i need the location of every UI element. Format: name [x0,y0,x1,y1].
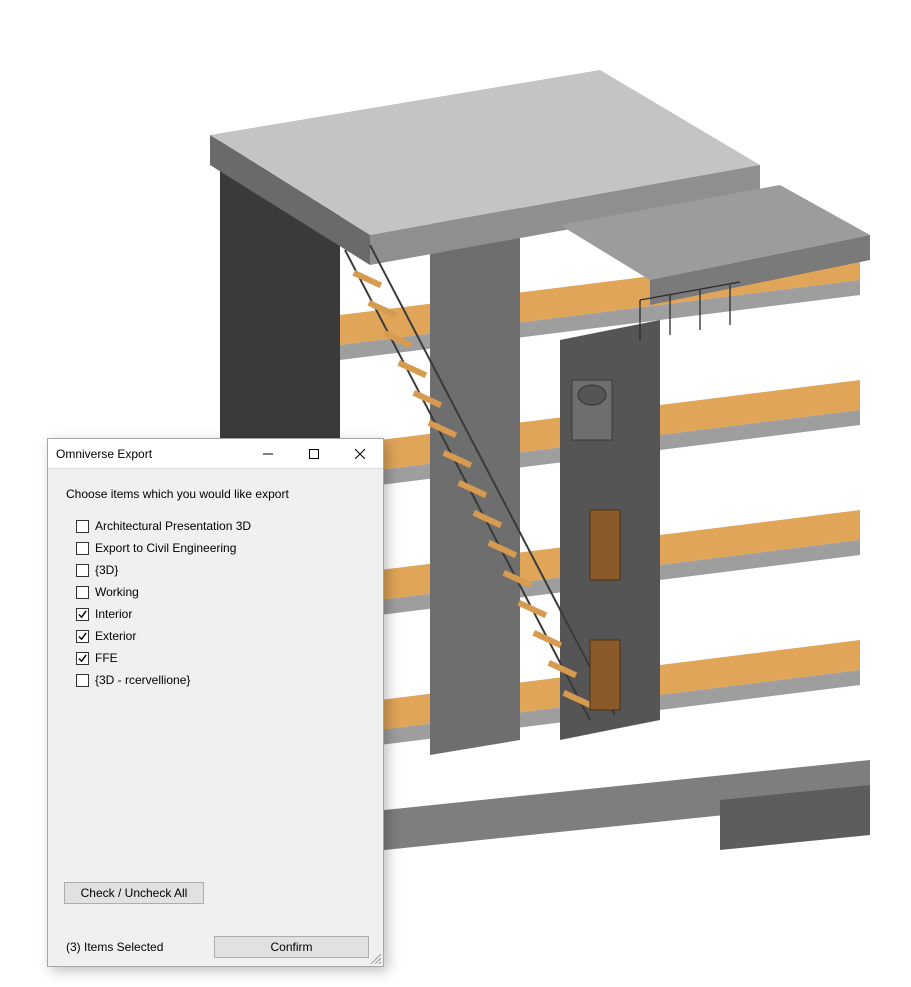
checkbox-icon[interactable] [76,652,89,665]
close-icon [355,449,365,459]
window-minimize-button[interactable] [245,439,291,469]
dialog-footer: (3) Items Selected Confirm [62,936,369,966]
checkbox-icon[interactable] [76,630,89,643]
export-item-row[interactable]: Exterior [76,629,369,643]
export-item-row[interactable]: FFE [76,651,369,665]
export-item-row[interactable]: Architectural Presentation 3D [76,519,369,533]
confirm-button[interactable]: Confirm [214,936,369,958]
export-item-label: Exterior [95,629,136,643]
export-item-row[interactable]: Interior [76,607,369,621]
window-maximize-button[interactable] [291,439,337,469]
checkbox-icon[interactable] [76,520,89,533]
export-item-label: {3D} [95,563,118,577]
resize-grip[interactable] [369,952,381,964]
export-item-label: Export to Civil Engineering [95,541,236,555]
export-item-label: Interior [95,607,132,621]
minimize-icon [263,449,273,459]
dialog-title: Omniverse Export [56,447,245,461]
export-item-row[interactable]: Working [76,585,369,599]
checkbox-icon[interactable] [76,586,89,599]
export-item-row[interactable]: Export to Civil Engineering [76,541,369,555]
export-item-label: FFE [95,651,118,665]
maximize-icon [309,449,319,459]
checkbox-icon[interactable] [76,608,89,621]
checkbox-icon[interactable] [76,542,89,555]
export-item-row[interactable]: {3D - rcervellione} [76,673,369,687]
checkbox-icon[interactable] [76,564,89,577]
dialog-titlebar[interactable]: Omniverse Export [48,439,383,469]
export-item-row[interactable]: {3D} [76,563,369,577]
check-uncheck-all-button[interactable]: Check / Uncheck All [64,882,204,904]
window-close-button[interactable] [337,439,383,469]
dialog-instruction: Choose items which you would like export [62,487,369,501]
export-items-list: Architectural Presentation 3D Export to C… [62,519,369,687]
export-item-label: {3D - rcervellione} [95,673,190,687]
dialog-body: Choose items which you would like export… [48,469,383,966]
items-selected-status: (3) Items Selected [66,940,163,954]
export-item-label: Working [95,585,139,599]
export-item-label: Architectural Presentation 3D [95,519,251,533]
checkbox-icon[interactable] [76,674,89,687]
omniverse-export-dialog: Omniverse Export Choose items which you … [47,438,384,967]
